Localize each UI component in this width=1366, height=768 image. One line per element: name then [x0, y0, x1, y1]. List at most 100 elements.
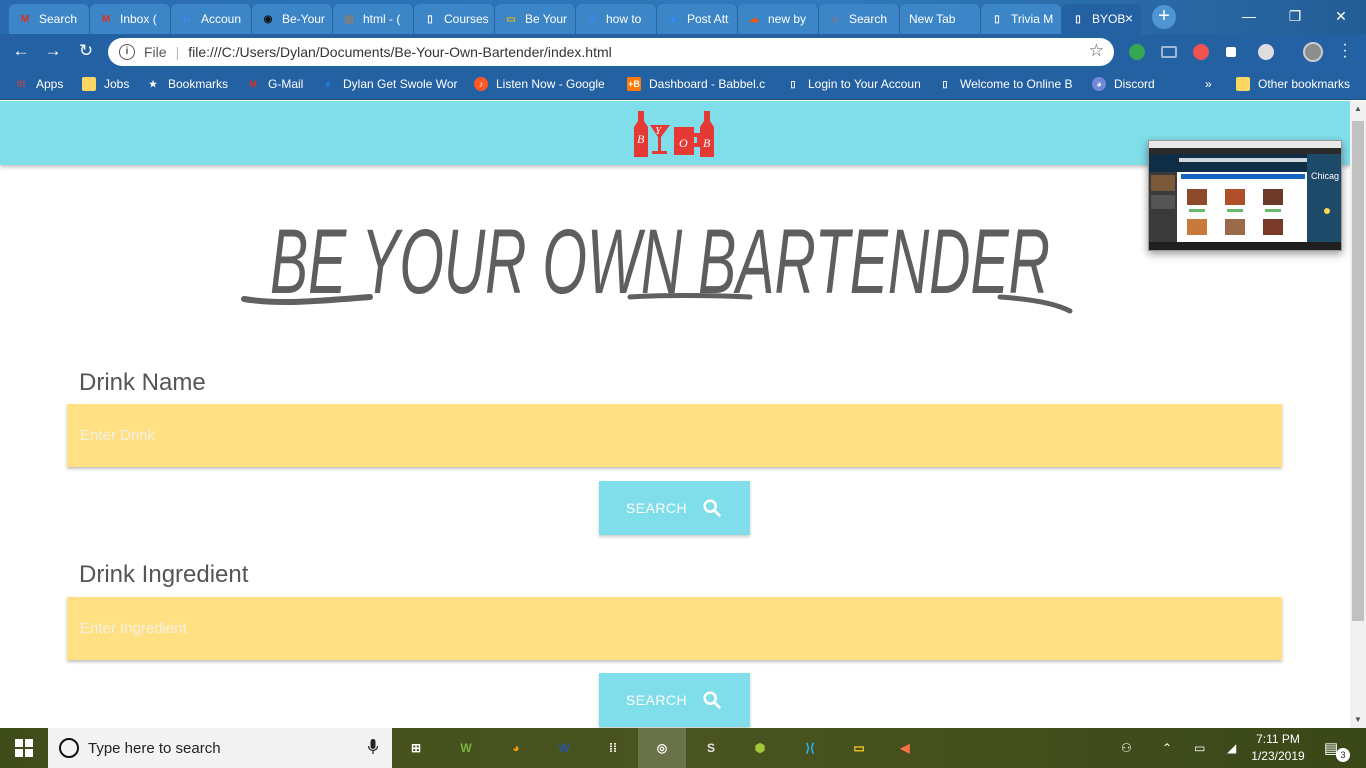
- browser-tab[interactable]: ▯ BYOB ×: [1062, 4, 1142, 34]
- forward-arrow-icon[interactable]: →: [42, 41, 64, 61]
- music-icon: ♪: [832, 13, 838, 25]
- vscode-icon[interactable]: ⟩⟨: [798, 736, 822, 760]
- bookmark-item[interactable]: ♪ Listen Now - Google: [474, 77, 605, 91]
- babbel-icon: +B: [627, 77, 641, 91]
- bookmark-item[interactable]: ⁞⁞⁞ Apps: [14, 77, 64, 91]
- bookmark-item[interactable]: ◕ Discord: [1092, 77, 1155, 91]
- drink-name-search-button[interactable]: SEARCH: [599, 481, 750, 535]
- soundcloud-icon: ☁: [749, 13, 759, 25]
- thumbnail-text: Chicag: [1311, 171, 1339, 181]
- bookmark-item[interactable]: Jobs: [82, 77, 129, 91]
- browser-tab[interactable]: ● Post Att: [657, 4, 738, 34]
- extension-square-icon[interactable]: [1226, 47, 1236, 57]
- other-bookmarks[interactable]: Other bookmarks: [1236, 77, 1350, 91]
- taskbar-search-box[interactable]: Type here to search: [48, 728, 392, 768]
- browser-tab[interactable]: G Accoun: [171, 4, 252, 34]
- file-explorer-icon[interactable]: ▭: [847, 736, 871, 760]
- people-icon[interactable]: ⚇: [1121, 728, 1132, 768]
- apps-grid-icon[interactable]: ⁞⁞: [601, 736, 625, 760]
- bookmarks-overflow-button[interactable]: »: [1205, 77, 1212, 91]
- discord-icon: ◕: [1092, 77, 1106, 91]
- browser-tab[interactable]: ♪ Search: [819, 4, 900, 34]
- menu-dots-icon[interactable]: · · ·: [1340, 37, 1350, 65]
- browser-tab-label: Search: [849, 12, 888, 26]
- page-scrollbar[interactable]: ▲ ▼: [1350, 101, 1366, 728]
- browser-tab-label: Be-Your: [282, 12, 325, 26]
- address-bar[interactable]: i File | file:///C:/Users/Dylan/Document…: [108, 38, 1114, 66]
- minimize-button[interactable]: —: [1226, 2, 1272, 30]
- browser-tab-label: Accoun: [201, 12, 242, 26]
- browser-tab[interactable]: Ghow to: [576, 4, 657, 34]
- bookmark-item[interactable]: ▯ Login to Your Accoun: [786, 77, 921, 91]
- cortana-icon: [59, 738, 79, 758]
- browser-tab[interactable]: ◉ Be-Your: [252, 4, 333, 34]
- screenshot-thumbnail-popup[interactable]: Chicag: [1148, 140, 1342, 251]
- byob-logo[interactable]: B Y O B: [632, 109, 718, 159]
- show-hidden-icons-chevron-icon[interactable]: ⌃: [1162, 728, 1172, 768]
- bookmark-label: Bookmarks: [168, 77, 229, 91]
- battery-icon[interactable]: ▭: [1194, 728, 1205, 768]
- cast-icon[interactable]: [1161, 46, 1177, 58]
- slack-icon[interactable]: S: [699, 736, 723, 760]
- scroll-down-arrow-icon[interactable]: ▼: [1350, 712, 1366, 728]
- extension-green-icon[interactable]: [1129, 44, 1145, 60]
- bookmark-item[interactable]: M G-Mail: [246, 77, 303, 91]
- task-view-icon[interactable]: ⊞: [404, 736, 428, 760]
- scrollbar-thumb[interactable]: [1352, 121, 1364, 621]
- browser-tab[interactable]: ▭ Be Your: [495, 4, 576, 34]
- new-tab-button[interactable]: +: [1152, 5, 1176, 29]
- drink-ingredient-input[interactable]: [67, 597, 1282, 660]
- browser-toolbar: ← → ↻ i File | file:///C:/Users/Dylan/Do…: [0, 34, 1366, 70]
- chrome-icon[interactable]: ◎: [638, 728, 686, 768]
- close-window-button[interactable]: ✕: [1318, 2, 1364, 30]
- wifi-icon[interactable]: ◢: [1227, 728, 1236, 768]
- browser-tab-label: Search: [39, 12, 78, 26]
- maximize-button[interactable]: ❐: [1272, 2, 1318, 30]
- folder-icon: [82, 77, 96, 91]
- browser-tab-label: new by: [768, 12, 807, 26]
- volume-app-icon[interactable]: ◀: [893, 736, 917, 760]
- microphone-icon[interactable]: [368, 739, 378, 755]
- star-icon: ★: [148, 78, 158, 89]
- browser-tab[interactable]: New Tab: [900, 4, 981, 34]
- start-button[interactable]: [0, 728, 48, 768]
- bookmark-label: Jobs: [104, 77, 130, 91]
- browser-tab[interactable]: M Inbox (: [90, 4, 171, 34]
- browser-tab-label: how to: [606, 12, 642, 26]
- bookmark-item[interactable]: ▯ Welcome to Online B: [938, 77, 1073, 91]
- scroll-up-arrow-icon[interactable]: ▲: [1350, 101, 1366, 117]
- bookmark-item[interactable]: e Dylan Get Swole Wor: [321, 77, 457, 91]
- gmail-icon: M: [20, 13, 30, 25]
- android-studio-icon[interactable]: ⬢: [748, 736, 772, 760]
- extension-red-icon[interactable]: [1193, 44, 1209, 60]
- bookmark-star-icon[interactable]: ☆: [1089, 41, 1104, 61]
- browser-tab-label: Inbox (: [120, 12, 157, 26]
- bookmark-label: Login to Your Accoun: [808, 77, 921, 91]
- browser-tab-label: Courses: [444, 12, 489, 26]
- browser-tab[interactable]: M Search: [9, 4, 90, 34]
- bookmark-item[interactable]: ★ Bookmarks: [146, 77, 228, 91]
- drink-name-input[interactable]: [67, 404, 1282, 467]
- zoom-icon: ●: [669, 13, 677, 25]
- hero-title: BE YOUR OWN BARTENDER: [241, 211, 1073, 314]
- bookmark-item[interactable]: +B Dashboard - Babbel.c: [627, 77, 765, 91]
- site-info-icon[interactable]: i: [119, 44, 135, 60]
- browser-tab[interactable]: ☁ new by: [738, 4, 819, 34]
- action-center-icon[interactable]: ▤ 3: [1324, 728, 1350, 768]
- back-arrow-icon[interactable]: ←: [10, 41, 32, 61]
- extension-ball-icon[interactable]: [1258, 44, 1274, 60]
- drink-ingredient-search-button[interactable]: SEARCH: [599, 673, 750, 727]
- browser-tab[interactable]: ▤ html - (: [333, 4, 414, 34]
- browser-tab[interactable]: ▯ Trivia M: [981, 4, 1062, 34]
- close-tab-icon[interactable]: ×: [1125, 10, 1133, 26]
- taskbar-clock[interactable]: 7:11 PM 1/23/2019: [1238, 731, 1318, 765]
- bookmark-label: Apps: [36, 77, 64, 91]
- url-text[interactable]: file:///C:/Users/Dylan/Documents/Be-Your…: [188, 44, 612, 60]
- browser-tab[interactable]: ▯ Courses: [414, 4, 495, 34]
- reload-icon[interactable]: ↻: [75, 41, 97, 61]
- profile-avatar[interactable]: [1303, 42, 1323, 62]
- wunderlist-icon[interactable]: W: [454, 736, 478, 760]
- gmail-icon: M: [249, 79, 257, 89]
- color-app-icon[interactable]: ◕: [504, 736, 528, 760]
- word-icon[interactable]: W: [552, 736, 576, 760]
